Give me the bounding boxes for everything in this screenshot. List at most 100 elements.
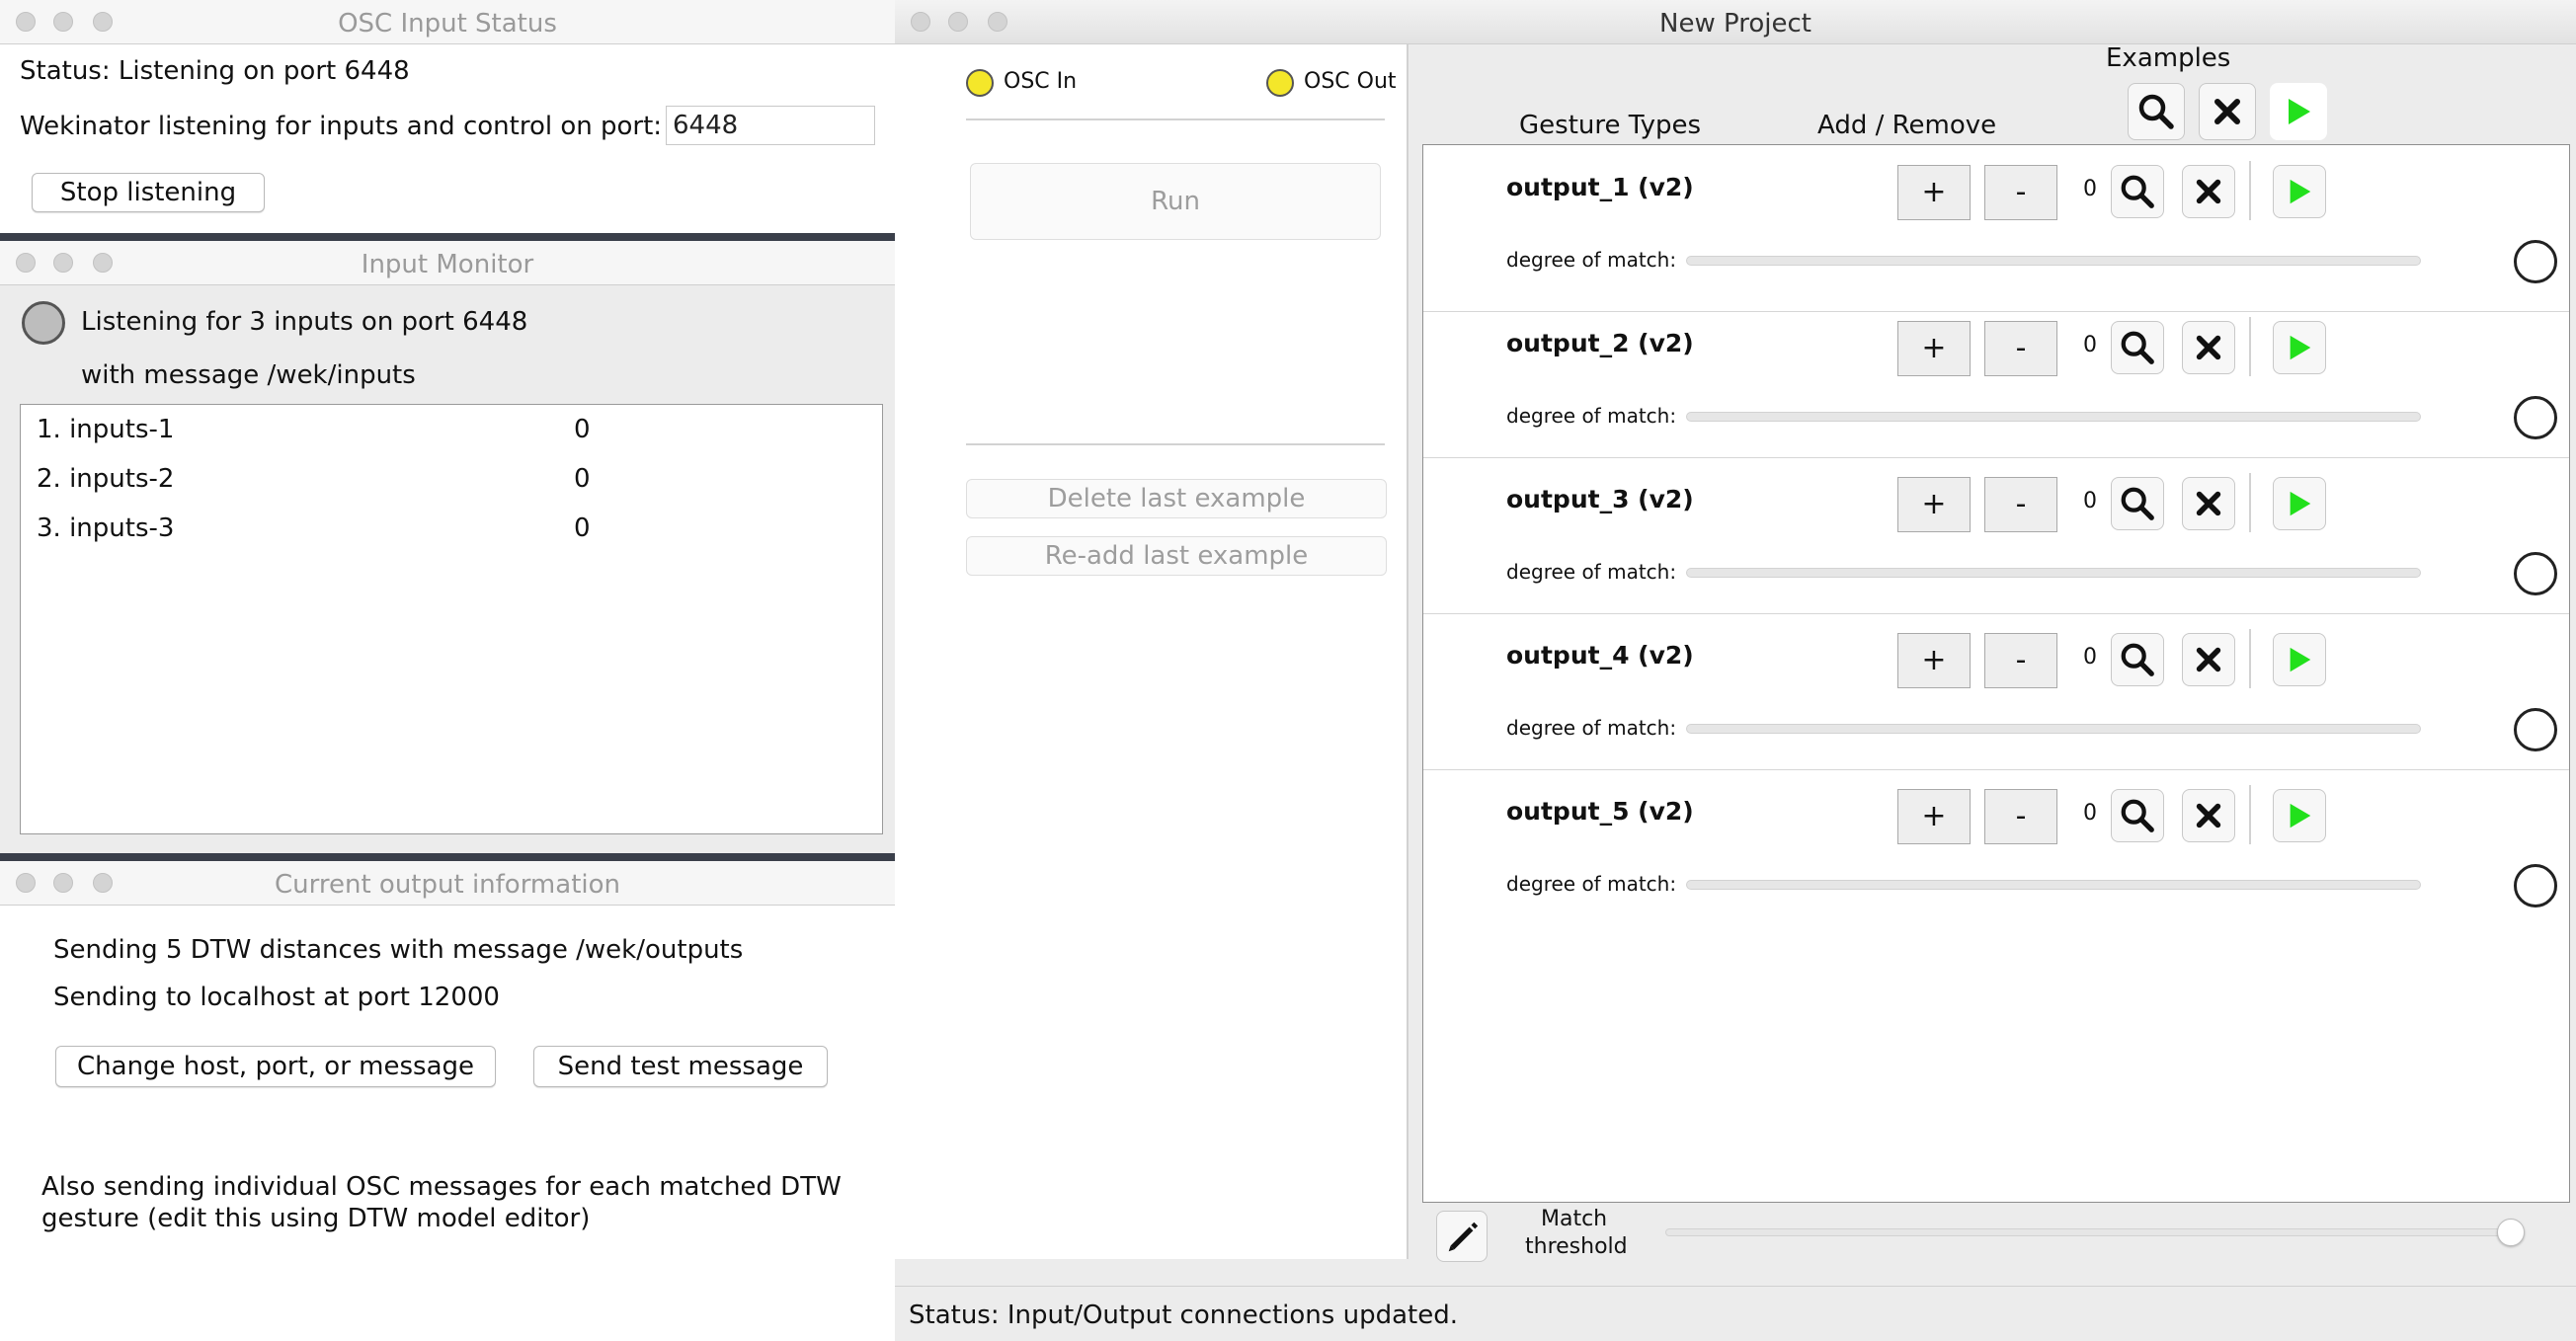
output-clear-button[interactable] [2182, 165, 2235, 218]
readd-last-example-button[interactable]: Re-add last example [966, 536, 1387, 576]
input-monitor-window: Input Monitor Listening for 3 inputs on … [0, 241, 895, 853]
remove-example-button[interactable]: - [1984, 477, 2057, 532]
gesture-types-label: Gesture Types [1519, 111, 1702, 140]
input-value: 0 [574, 415, 591, 444]
magnifier-icon [2121, 799, 2154, 832]
output-row: output_5 (v2) + - 0 degree of match: [1423, 769, 2569, 925]
output-name: output_2 (v2) [1506, 329, 1694, 357]
output-row: output_3 (v2) + - 0 degree of match: [1423, 457, 2569, 614]
osc-out-indicator [1266, 69, 1294, 97]
divider [2249, 161, 2251, 220]
magnifier-icon [2121, 487, 2154, 520]
remove-example-button[interactable]: - [1984, 633, 2057, 688]
title-bar[interactable]: Current output information [0, 861, 895, 906]
window-body: Listening for 3 inputs on port 6448 with… [0, 285, 895, 853]
output-search-button[interactable] [2111, 165, 2164, 218]
output-clear-button[interactable] [2182, 477, 2235, 530]
divider [2249, 785, 2251, 844]
output-play-button[interactable] [2273, 165, 2326, 218]
divider [2249, 317, 2251, 376]
degree-slider[interactable] [1686, 880, 2421, 890]
degree-slider[interactable] [1686, 568, 2421, 578]
window-body: Status: Listening on port 6448 Wekinator… [0, 44, 895, 233]
divider [1407, 44, 1409, 1259]
x-icon [2196, 335, 2221, 360]
port-input[interactable] [666, 106, 875, 145]
degree-slider[interactable] [1686, 256, 2421, 266]
distances-line: Sending 5 DTW distances with message /we… [53, 935, 744, 965]
match-indicator [2514, 708, 2557, 751]
play-icon [2290, 179, 2311, 204]
input-label: 3. inputs-3 [37, 513, 175, 543]
input-indicator [22, 301, 65, 345]
stop-listening-button[interactable]: Stop listening [32, 173, 265, 212]
add-example-button[interactable]: + [1897, 477, 1971, 532]
remove-example-button[interactable]: - [1984, 165, 2057, 220]
output-play-button[interactable] [2273, 789, 2326, 842]
edit-model-button[interactable] [1436, 1211, 1488, 1262]
degree-slider[interactable] [1686, 724, 2421, 734]
output-clear-button[interactable] [2182, 789, 2235, 842]
match-indicator [2514, 396, 2557, 439]
input-label: 1. inputs-1 [37, 415, 175, 444]
divider [2249, 473, 2251, 532]
message-line: with message /wek/inputs [81, 360, 416, 390]
change-host-button[interactable]: Change host, port, or message [55, 1046, 496, 1087]
example-count: 0 [2083, 801, 2097, 826]
x-icon [2196, 647, 2221, 672]
output-search-button[interactable] [2111, 633, 2164, 686]
window-body: Sending 5 DTW distances with message /we… [0, 906, 895, 1341]
outputs-list: output_1 (v2) + - 0 degree of match: out… [1422, 144, 2570, 1203]
output-clear-button[interactable] [2182, 633, 2235, 686]
degree-label: degree of match: [1506, 404, 1677, 428]
example-count: 0 [2083, 489, 2097, 513]
inputs-list: 1. inputs-1 0 2. inputs-2 0 3. inputs-3 … [20, 404, 883, 834]
status-text: Status: Listening on port 6448 [20, 56, 410, 86]
match-indicator [2514, 240, 2557, 283]
examples-search-button[interactable] [2128, 83, 2185, 140]
title-bar[interactable]: OSC Input Status [0, 0, 895, 44]
pencil-icon [1448, 1222, 1479, 1252]
input-value: 0 [574, 464, 591, 494]
add-example-button[interactable]: + [1897, 165, 1971, 220]
degree-label: degree of match: [1506, 872, 1677, 896]
output-clear-button[interactable] [2182, 321, 2235, 374]
send-test-button[interactable]: Send test message [533, 1046, 828, 1087]
output-search-button[interactable] [2111, 477, 2164, 530]
add-example-button[interactable]: + [1897, 321, 1971, 376]
osc-out-label: OSC Out [1304, 69, 1397, 94]
output-play-button[interactable] [2273, 477, 2326, 530]
magnifier-icon [2121, 643, 2154, 676]
add-remove-label: Add / Remove [1817, 111, 1997, 140]
output-search-button[interactable] [2111, 789, 2164, 842]
output-search-button[interactable] [2111, 321, 2164, 374]
output-play-button[interactable] [2273, 633, 2326, 686]
degree-label: degree of match: [1506, 560, 1677, 584]
host-line: Sending to localhost at port 12000 [53, 983, 500, 1012]
examples-play-button[interactable] [2270, 83, 2327, 140]
osc-in-label: OSC In [1004, 69, 1078, 94]
degree-slider[interactable] [1686, 412, 2421, 422]
add-example-button[interactable]: + [1897, 789, 1971, 844]
degree-label: degree of match: [1506, 716, 1677, 740]
remove-example-button[interactable]: - [1984, 789, 2057, 844]
play-icon [2289, 99, 2310, 124]
x-icon [2196, 179, 2221, 204]
note-line-2: gesture (edit this using DTW model edito… [41, 1204, 591, 1233]
run-button[interactable]: Run [970, 163, 1381, 240]
match-indicator [2514, 552, 2557, 595]
output-play-button[interactable] [2273, 321, 2326, 374]
delete-last-example-button[interactable]: Delete last example [966, 479, 1387, 518]
title-bar[interactable]: Input Monitor [0, 241, 895, 285]
status-text: Status: Input/Output connections updated… [909, 1301, 1458, 1330]
add-example-button[interactable]: + [1897, 633, 1971, 688]
match-threshold-slider[interactable] [1665, 1228, 2515, 1236]
x-icon [2196, 803, 2221, 828]
magnifier-icon [2121, 175, 2154, 208]
match-threshold-thumb[interactable] [2497, 1219, 2525, 1246]
examples-clear-button[interactable] [2199, 83, 2256, 140]
remove-example-button[interactable]: - [1984, 321, 2057, 376]
title-bar[interactable]: New Project [895, 0, 2576, 44]
project-window: New Project OSC In OSC Out Run Delete la… [895, 0, 2576, 1341]
output-name: output_1 (v2) [1506, 173, 1694, 201]
